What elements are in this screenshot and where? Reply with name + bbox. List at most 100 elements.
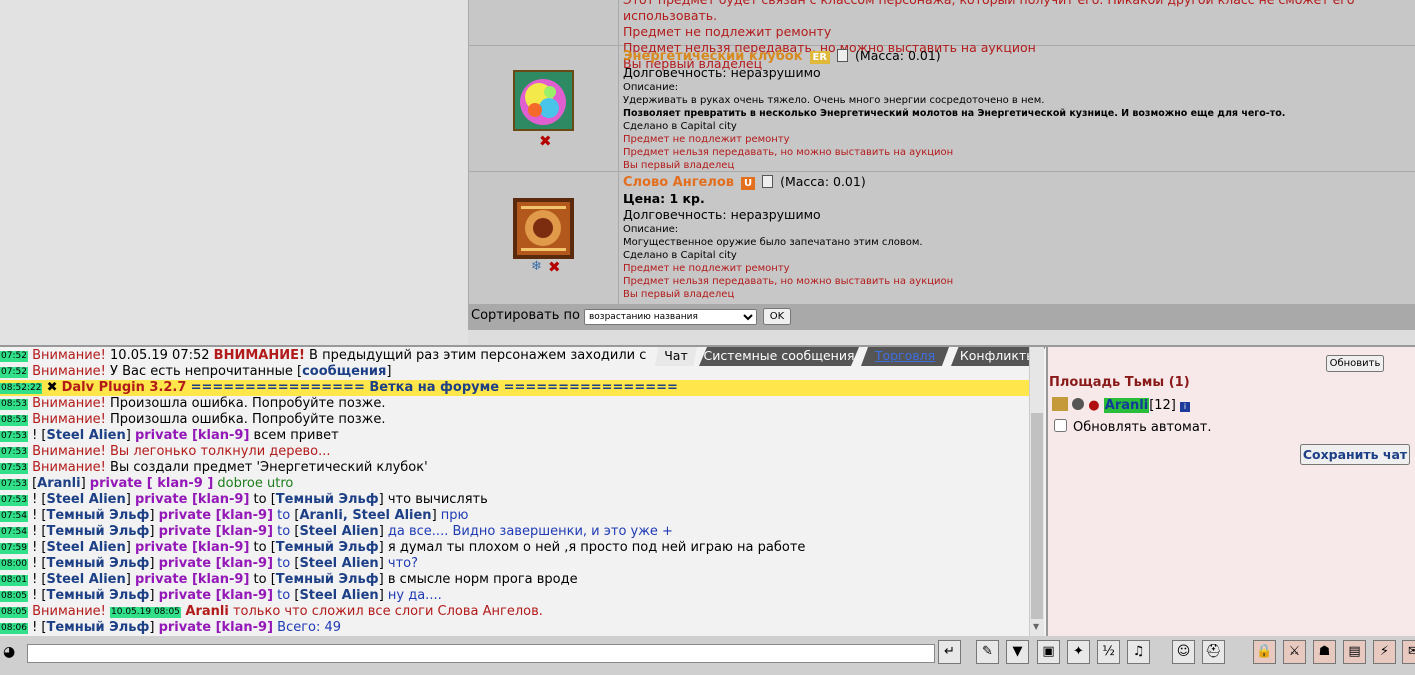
player-name[interactable]: Aranli (1103, 398, 1150, 413)
message-timestamp[interactable]: 08:00 (0, 559, 28, 570)
scroll-icon[interactable]: ✉ (1402, 640, 1415, 664)
angel-book-icon[interactable] (513, 198, 574, 259)
sort-ok-button[interactable]: OK (763, 308, 791, 325)
item-title[interactable]: Слово Ангелов (623, 175, 734, 190)
message-timestamp[interactable]: 08:06 (0, 623, 28, 634)
tab-system[interactable]: Системные сообщения (699, 347, 859, 366)
enter-icon[interactable]: ↵ (938, 640, 961, 664)
player-link[interactable]: Темный Эльф (276, 572, 379, 587)
item-made-in: Сделано в Capital city (623, 121, 737, 132)
inventory-panel: Этот предмет будет связан с классом перс… (468, 0, 1415, 330)
message-text: ВНИМАНИЕ! (213, 348, 305, 363)
blood-drop-icon[interactable]: ● (1088, 398, 1099, 413)
player-link[interactable]: Темный Эльф (47, 588, 150, 603)
player-link[interactable]: Steel Alien (299, 588, 378, 603)
rarity-badge: U (741, 177, 756, 190)
scroll-down-arrow-icon[interactable]: ▼ (1033, 622, 1039, 631)
player-link[interactable]: Steel Alien (47, 572, 126, 587)
mask-icon[interactable]: ☗ (1313, 640, 1336, 664)
message-text: to [ (249, 572, 276, 587)
scroll-thumb[interactable] (1031, 413, 1043, 619)
message-timestamp[interactable]: 08:05 (0, 591, 28, 602)
chest-icon[interactable]: ▤ (1343, 640, 1366, 664)
message-timestamp[interactable]: 07:53 (0, 447, 28, 458)
helmet-icon[interactable]: ⛑ (1202, 640, 1225, 664)
message-timestamp[interactable]: 07:53 (0, 495, 28, 506)
delete-icon[interactable]: ✖ (548, 258, 561, 276)
player-link[interactable]: Темный Эльф (47, 508, 150, 523)
chat-message: 07:53 ! [Steel Alien] private [klan-9] t… (0, 492, 1030, 508)
sword-icon[interactable]: ⚔ (1283, 640, 1306, 664)
message-timestamp[interactable]: 07:54 (0, 511, 28, 522)
player-link[interactable]: Aranli, Steel Alien (299, 508, 431, 523)
document-icon[interactable] (762, 175, 774, 188)
refresh-button[interactable]: Обновить (1326, 355, 1384, 372)
player-link[interactable]: Темный Эльф (47, 620, 150, 635)
auto-refresh-label[interactable]: Обновлять автомат. (1054, 419, 1212, 435)
player-link[interactable]: Темный Эльф (47, 524, 150, 539)
message-timestamp[interactable]: 07:52 (0, 351, 28, 362)
face-icon[interactable]: ☺ (1172, 640, 1195, 664)
player-link[interactable]: Steel Alien (47, 492, 126, 507)
chat-scrollbar[interactable]: ▼ (1029, 347, 1044, 638)
player-link[interactable]: ================ Ветка на форуме =======… (191, 380, 678, 395)
lock-icon[interactable]: 🔒 (1253, 640, 1276, 664)
lightning-icon[interactable]: ⚡ (1373, 640, 1396, 664)
message-text: to (273, 556, 295, 571)
message-timestamp[interactable]: 08:53 (0, 399, 28, 410)
smiley-run-icon[interactable]: ✦ (1067, 640, 1090, 664)
speaker-icon[interactable]: ◕ (3, 644, 15, 660)
chat-message: 08:05 Внимание! 10.05.19 08:05 Aranli то… (0, 604, 1030, 620)
attack-icon[interactable] (1052, 397, 1068, 411)
message-timestamp[interactable]: 07:53 (0, 463, 28, 474)
sort-label: Сортировать по (471, 308, 580, 323)
tab-chat[interactable]: Чат (655, 347, 697, 366)
player-link[interactable]: Steel Alien (299, 556, 378, 571)
fraction-icon[interactable]: ½ (1097, 640, 1120, 664)
message-timestamp[interactable]: 07:53 (0, 479, 28, 490)
message-timestamp[interactable]: 07:54 (0, 527, 28, 538)
player-link[interactable]: сообщения (302, 364, 386, 379)
auto-refresh-checkbox[interactable] (1054, 419, 1067, 432)
message-timestamp[interactable]: 08:01 (0, 575, 28, 586)
chat-message: 07:52 Внимание! У Вас есть непрочитанные… (0, 364, 1030, 380)
chat-input[interactable] (27, 644, 935, 663)
player-link[interactable]: Steel Alien (47, 540, 126, 555)
player-link[interactable]: Темный Эльф (47, 556, 150, 571)
player-link[interactable]: Steel Alien (299, 524, 378, 539)
desc-label: Описание: (623, 224, 679, 235)
player-link[interactable]: Темный Эльф (276, 540, 379, 555)
chat-message: 07:59 ! [Steel Alien] private [klan-9] t… (0, 540, 1030, 556)
save-chat-button[interactable]: Сохранить чат (1300, 444, 1410, 465)
message-timestamp[interactable]: 07:53 (0, 431, 28, 442)
gear-icon[interactable] (1072, 398, 1085, 410)
save-icon[interactable]: ▣ (1037, 640, 1060, 664)
message-timestamp[interactable]: 07:52 (0, 367, 28, 378)
message-timestamp[interactable]: 08:53 (0, 415, 28, 426)
info-icon[interactable]: i (1180, 402, 1191, 412)
eraser-icon[interactable]: ✎ (976, 640, 999, 664)
chat-message: 07:53 ! [Steel Alien] private [klan-9] в… (0, 428, 1030, 444)
player-level: [12] (1149, 398, 1176, 413)
filter-icon[interactable]: ▼ (1006, 640, 1029, 664)
message-text: ] (125, 428, 135, 443)
snowflake-icon[interactable]: ❄ (531, 259, 542, 274)
message-timestamp[interactable]: 08:05 (0, 607, 28, 618)
message-text: 10.05.19 08:05 (110, 607, 181, 618)
message-timestamp[interactable]: 08:52:22 (0, 383, 43, 394)
music-icon[interactable]: ♫ (1127, 640, 1150, 664)
player-link[interactable]: Steel Alien (47, 428, 126, 443)
player-link[interactable]: Aranli (37, 476, 80, 491)
energy-ball-icon[interactable] (513, 70, 574, 131)
chat-messages: 07:52 Внимание! 10.05.19 07:52 ВНИМАНИЕ!… (0, 348, 1030, 636)
no-repair-note: Предмет не подлежит ремонту (623, 24, 832, 39)
item-title[interactable]: Энергетический клубок (623, 49, 803, 64)
item-image-cell (469, 0, 619, 45)
item-mass: (Масса: 0.01) (855, 48, 941, 63)
delete-icon[interactable]: ✖ (539, 132, 552, 150)
message-timestamp[interactable]: 07:59 (0, 543, 28, 554)
tab-trade[interactable]: Торговля (861, 347, 949, 366)
sort-select[interactable]: возрастанию названия (584, 309, 757, 325)
player-link[interactable]: Темный Эльф (276, 492, 379, 507)
document-icon[interactable] (837, 49, 849, 62)
